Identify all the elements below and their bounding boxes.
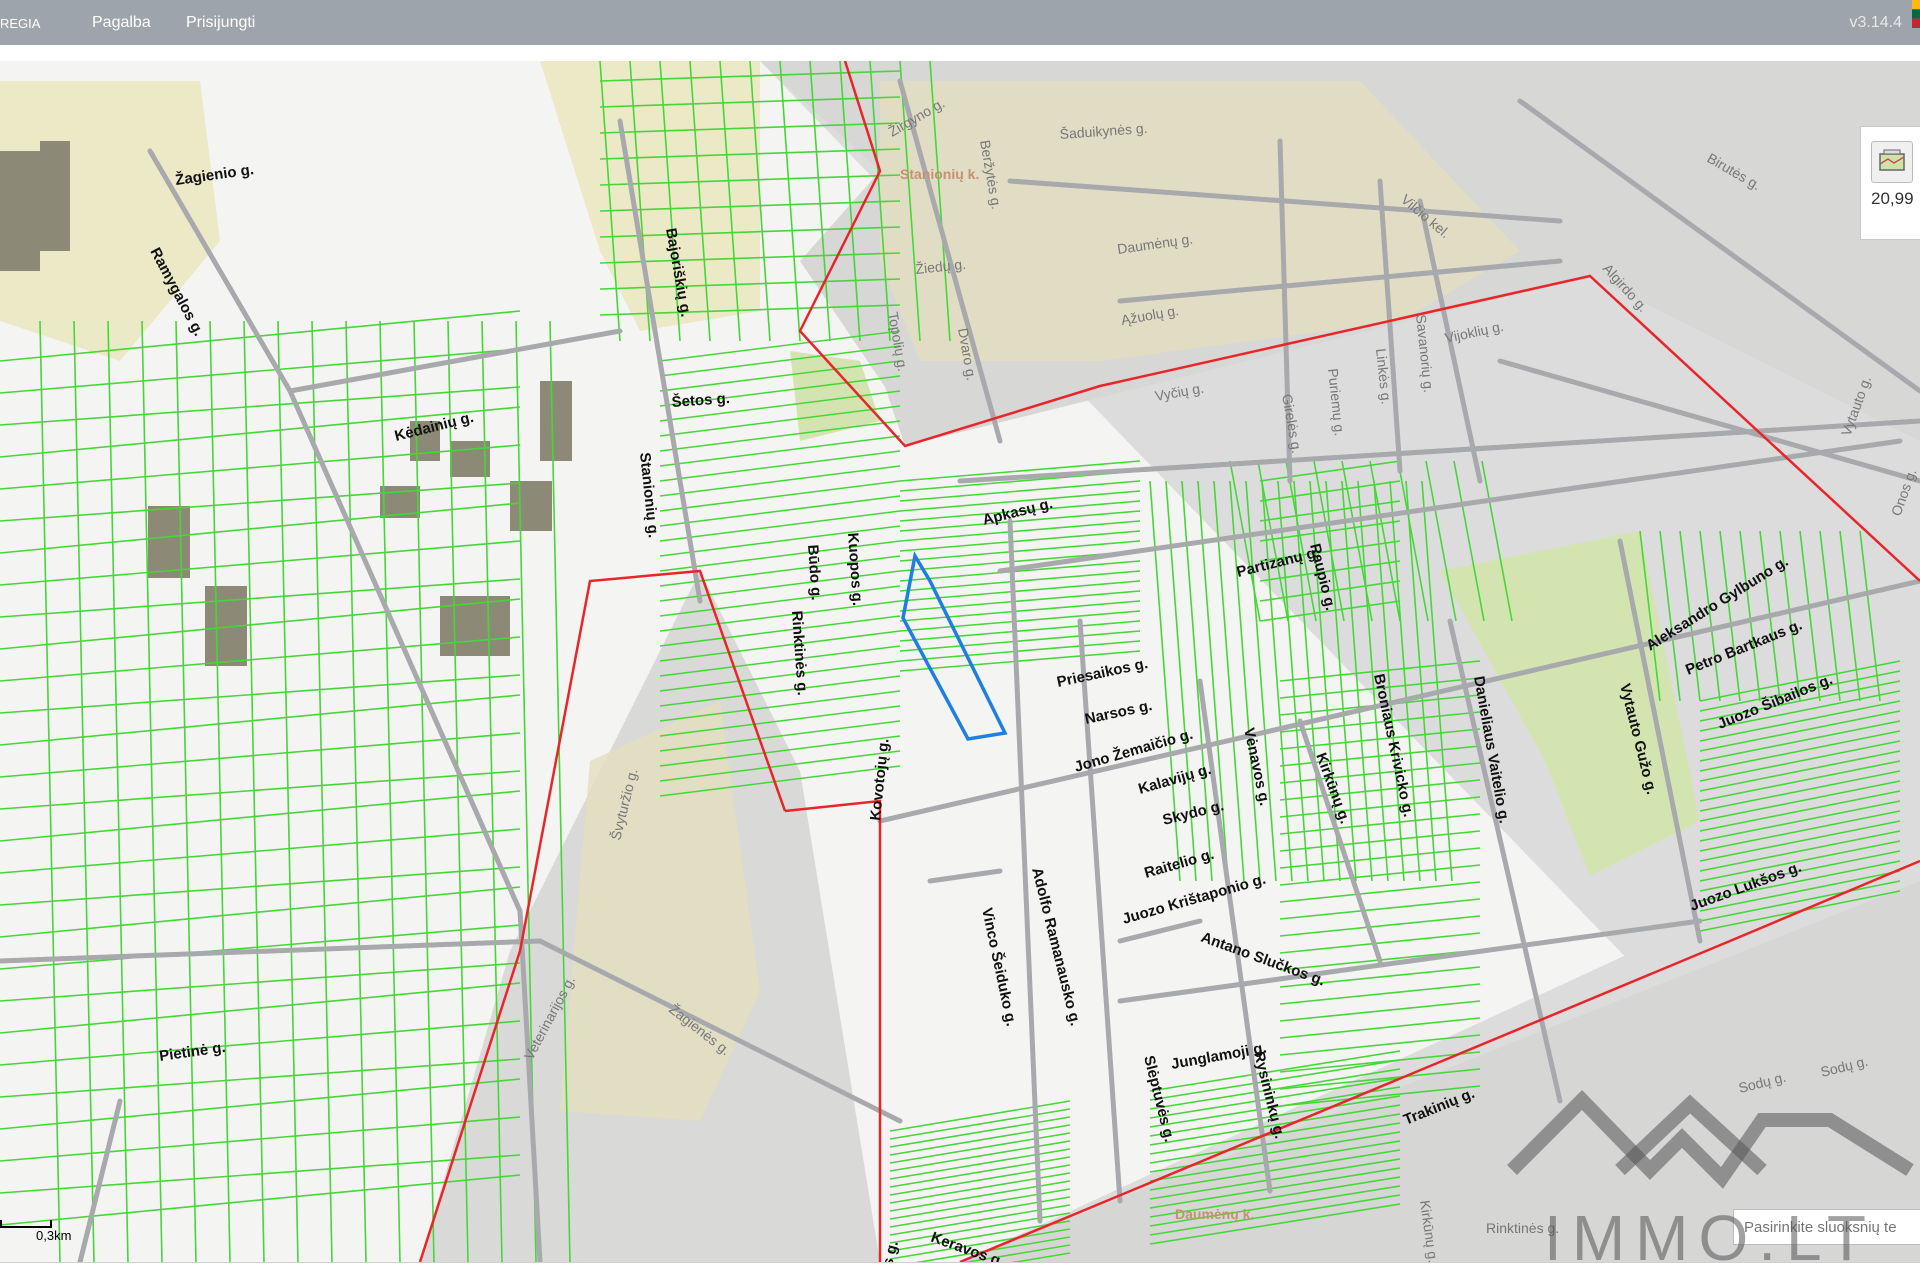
flag-icon — [1912, 0, 1920, 28]
layer-toggle-button[interactable] — [1871, 141, 1913, 183]
scale-bar: 0,3km — [0, 1220, 71, 1243]
layer-opacity-value: 20,99 — [1871, 189, 1914, 208]
nav-help-link[interactable]: Pagalba — [92, 14, 151, 32]
map-layers-icon — [1879, 149, 1905, 171]
top-navigation-bar: REGIA Pagalba Prisijungti v3.14.4 — [0, 0, 1920, 45]
toolbar-strip — [0, 45, 1920, 62]
layer-switcher: 20,99 — [1860, 126, 1920, 240]
nav-login-link[interactable]: Prisijungti — [186, 14, 255, 32]
immo-watermark-logo: IMMO.LT — [1507, 1090, 1914, 1270]
scale-bar-line — [0, 1220, 52, 1228]
brand-label: REGIA — [0, 16, 41, 31]
place-label-daumenu: Daumėnų k. — [1175, 1206, 1254, 1222]
watermark-text: IMMO.LT — [1544, 1202, 1876, 1270]
version-label: v3.14.4 — [1849, 14, 1902, 31]
scale-bar-label: 0,3km — [36, 1228, 72, 1243]
bottom-status-bar — [0, 1262, 1920, 1281]
place-label-stanioniu: Stanionių k. — [900, 166, 979, 182]
